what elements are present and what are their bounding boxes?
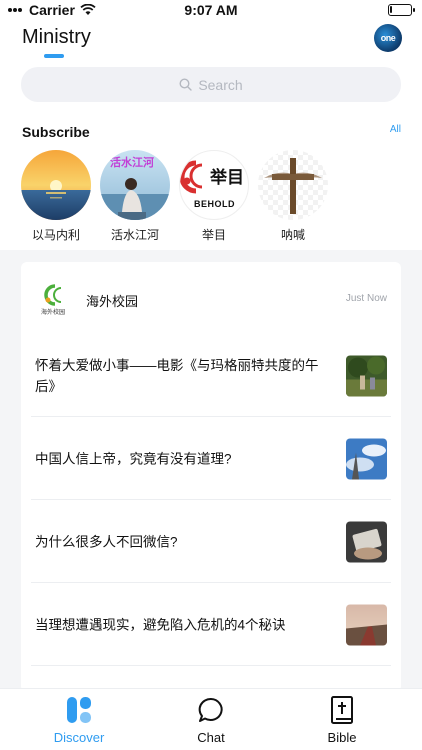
article-row[interactable]: 怀着大爱做小事——电影《与玛格丽特共度的午后》: [21, 334, 401, 417]
tab-bar: Discover Chat Bible: [0, 688, 422, 750]
status-time: 9:07 AM: [184, 2, 238, 18]
channel-label: 呐喊: [280, 228, 305, 242]
tab-label: Chat: [197, 730, 225, 745]
channel-label: 举目: [201, 228, 226, 242]
channel-item[interactable]: 活水江河 活水江河: [100, 150, 170, 243]
article-title: 当理想遭遇现实，避免陷入危机的4个秘诀: [35, 617, 286, 632]
article-thumbnail: [346, 438, 387, 479]
behold-logo-cjk: 举目: [210, 168, 244, 187]
article-thumbnail: [346, 521, 387, 562]
wooden-cross-image: [264, 158, 322, 214]
channel-label: 以马内利: [31, 228, 80, 242]
channel-avatar: [258, 150, 328, 220]
page-title: Ministry: [22, 26, 91, 48]
bible-book-icon: [292, 695, 392, 725]
title-underline: [44, 54, 64, 58]
channel-overlay-text: 活水江河: [110, 157, 154, 169]
discover-icon: [29, 695, 129, 725]
subscribe-title: Subscribe: [22, 124, 90, 140]
article-row[interactable]: 当理想遭遇现实，避免陷入危机的4个秘诀: [21, 583, 401, 666]
avatar-text: one: [380, 33, 396, 43]
tab-bible[interactable]: Bible: [292, 695, 392, 745]
source-logo: 海外校园: [41, 282, 73, 316]
behold-logo-text: BEHOLD: [194, 199, 235, 209]
battery-icon: [388, 4, 415, 16]
search-icon: [179, 78, 193, 91]
channel-label: 活水江河: [110, 228, 159, 242]
search-input[interactable]: Search: [21, 67, 401, 102]
source-timestamp: Just Now: [345, 293, 387, 304]
article-thumbnail: [346, 355, 387, 396]
profile-avatar[interactable]: one: [374, 24, 402, 52]
battery-level: [390, 6, 392, 13]
tower-sky-image: [346, 438, 387, 479]
phone-hand-image: [346, 521, 387, 562]
article-title: 怀着大爱做小事——电影《与玛格丽特共度的午后》: [35, 357, 319, 394]
channel-avatar: 活水江河: [100, 150, 170, 220]
tab-label: Bible: [327, 730, 357, 745]
subscribe-all-link[interactable]: All: [390, 124, 401, 135]
status-bar: Carrier 9:07 AM: [0, 0, 422, 22]
article-thumbnail: [346, 604, 387, 645]
feed-source-row[interactable]: 海外校园 海外校园 Just Now: [21, 262, 401, 334]
park-scene-image: [346, 355, 387, 396]
sunset-lake-image: [21, 150, 91, 220]
search-placeholder: Search: [198, 76, 243, 93]
source-logo-caption: 海外校园: [41, 310, 66, 316]
channel-item[interactable]: 举目 BEHOLD 举目: [179, 150, 249, 243]
article-row[interactable]: 为什么很多人不回微信?: [21, 500, 401, 583]
feed-card: 海外校园 海外校园 Just Now 怀着大爱做小事——电影《与玛格丽特共度的午…: [21, 262, 401, 692]
source-name: 海外校园: [86, 294, 139, 309]
channel-avatar: 举目 BEHOLD: [179, 150, 249, 220]
divider: [31, 665, 391, 666]
article-title: 中国人信上帝，究竟有没有道理?: [35, 451, 232, 466]
road-sunset-image: [346, 604, 387, 645]
channel-item[interactable]: 呐喊: [258, 150, 328, 243]
subscribe-section: Subscribe All 以马内利 活水江河 活水江河 举目 BEHOLD 举…: [0, 110, 422, 250]
article-title: 为什么很多人不回微信?: [35, 534, 178, 549]
chat-bubble-icon: [161, 695, 261, 725]
tab-label: Discover: [53, 730, 105, 745]
header: Ministry one: [0, 24, 422, 64]
channel-item[interactable]: 以马内利: [21, 150, 91, 243]
tab-discover[interactable]: Discover: [29, 695, 129, 745]
article-row[interactable]: 中国人信上帝，究竟有没有道理?: [21, 417, 401, 500]
channel-avatar: [21, 150, 91, 220]
tab-chat[interactable]: Chat: [161, 695, 261, 745]
